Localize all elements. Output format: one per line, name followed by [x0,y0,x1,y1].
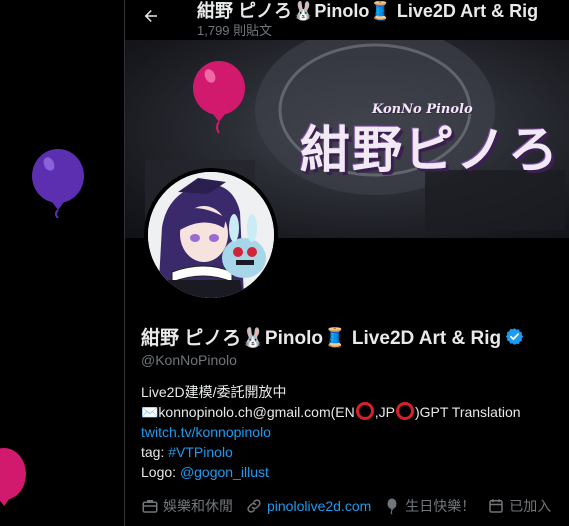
arrow-left-icon [144,10,157,22]
meta-birthday-label: 生日快樂！ [405,498,476,514]
bio-link-twitch[interactable]: twitch.tv/konnopinolo [141,424,271,440]
bio-line-commission: Live2D建模/委託開放中 [141,384,287,400]
briefcase-icon [142,500,158,513]
meta-joined: 已加入 [487,496,551,516]
meta-website[interactable]: pinololive2d.com [245,497,371,515]
verified-badge-icon[interactable] [505,327,524,346]
red-circle-icon [355,402,374,420]
purple-balloon-icon [32,149,84,218]
profile-meta-row: 娛樂和休閒 pinololive2d.com 生日快樂！ 已加入 [141,496,563,516]
banner-logo: KonNo Pinolo 紺野ピノろ [300,92,560,182]
link-icon [247,499,261,513]
bio-tag-label: tag: [141,444,169,460]
profile-handle: @KonNoPinolo [141,352,237,368]
left-sidebar [0,0,125,526]
bio-line-email: ✉️konnopinolo.ch@gmail.com(EN ,JP )GPT Tra… [141,402,521,422]
post-count: 1,799 則貼文 [197,23,273,38]
profile-bio: Live2D建模/委託開放中 ✉️konnopinolo.ch@gmail.co… [141,382,521,482]
banner-logo-text: 紺野ピノろ [300,120,560,179]
bio-hashtag-link[interactable]: #VTPinolo [168,444,233,460]
meta-category-label: 娛樂和休閒 [163,498,233,514]
meta-joined-label: 已加入 [509,498,552,514]
profile-header-bar: 紺野 ピノろ🐰Pinolo🧵 Live2D Art & Rig 1,799 則貼… [125,0,569,40]
website-link[interactable]: pinololive2d.com [267,498,371,514]
bio-logo-label: Logo: [141,464,180,480]
profile-avatar[interactable] [144,168,278,302]
profile-name-row: 紺野 ピノろ🐰Pinolo🧵 Live2D Art & Rig [141,323,524,350]
balloon-icon [387,498,397,515]
bio-email-mid: ,JP [374,404,395,420]
avatar-image [148,172,274,298]
red-circle-icon [395,402,414,420]
bio-email-suffix: )GPT Translation [414,404,521,420]
bio-mention-link[interactable]: @gogon_illust [180,464,269,480]
avatar-illustration [148,172,274,298]
display-name: 紺野 ピノろ🐰Pinolo🧵 Live2D Art & Rig [141,328,502,349]
profile-main: 紺野 ピノろ🐰Pinolo🧵 Live2D Art & Rig 1,799 則貼… [125,0,569,526]
back-button[interactable] [137,2,165,30]
pink-balloon-icon [193,61,245,134]
pink-balloon-icon [0,448,26,506]
meta-birthday: 生日快樂！ [383,496,475,516]
bio-email-prefix: ✉️konnopinolo.ch@gmail.com(EN [141,404,355,420]
calendar-icon [489,499,504,513]
meta-category: 娛樂和休閒 [141,496,233,516]
